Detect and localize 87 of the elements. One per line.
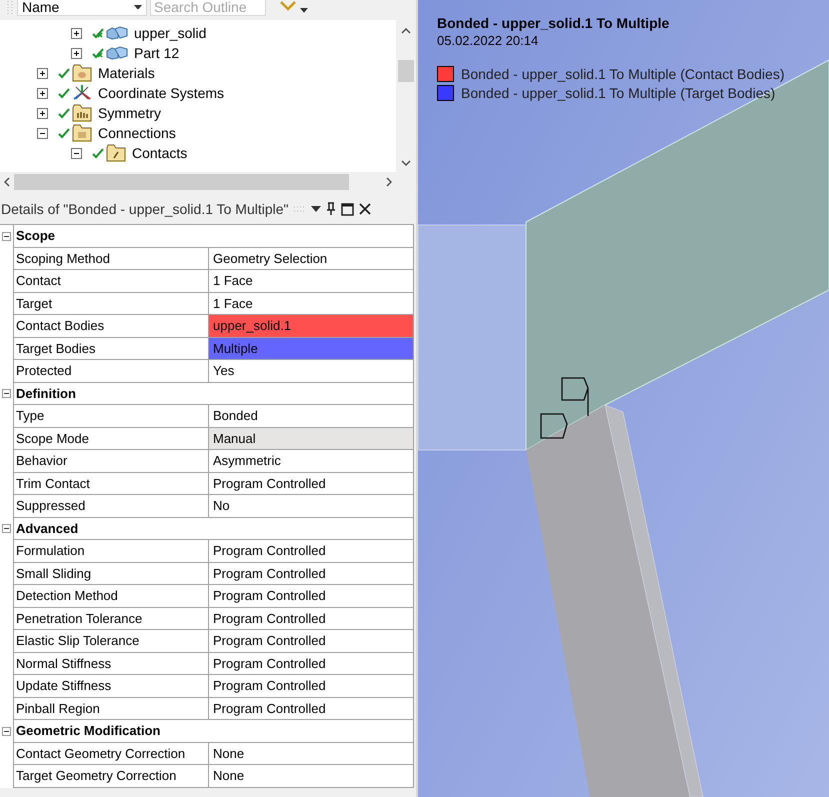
dropdown-caret-icon [300, 8, 308, 13]
property-value[interactable]: Program Controlled [208, 675, 414, 698]
collapse-icon[interactable] [2, 389, 11, 398]
collapse-icon[interactable] [2, 726, 11, 736]
property-name: Small Sliding [13, 562, 208, 585]
property-value[interactable]: Program Controlled [208, 698, 414, 720]
expander-toggle[interactable] [37, 108, 48, 118]
tree-item[interactable]: upper_solid [134, 25, 206, 41]
maximize-icon[interactable] [340, 202, 354, 216]
property-name: Elastic Slip Tolerance [13, 630, 208, 652]
property-name: Formulation [13, 540, 208, 562]
caret-icon [134, 4, 142, 10]
property-value[interactable]: Asymmetric [208, 450, 414, 472]
expander-toggle[interactable] [71, 28, 82, 38]
property-name: Target Bodies [13, 338, 208, 360]
property-value[interactable]: Program Controlled [208, 472, 414, 495]
materials-folder-icon [72, 64, 92, 82]
property-value[interactable]: No [208, 495, 414, 518]
property-name: Pinball Region [13, 698, 208, 720]
expander-toggle[interactable] [37, 68, 48, 78]
property-name: Trim Contact [13, 472, 208, 495]
tree-item[interactable]: Symmetry [98, 105, 161, 121]
collapse-icon[interactable] [2, 524, 11, 534]
property-value[interactable]: Manual [208, 428, 414, 450]
property-name: Penetration Tolerance [13, 608, 208, 630]
expander-toggle[interactable] [37, 128, 48, 138]
property-value[interactable]: Program Controlled [208, 630, 414, 652]
property-value[interactable]: Geometry Selection [208, 248, 414, 270]
tree-item[interactable]: Coordinate Systems [98, 85, 224, 101]
property-value[interactable]: upper_solid.1 [208, 315, 414, 338]
property-name: Target [13, 292, 208, 315]
expander-toggle[interactable] [71, 148, 82, 158]
property-name: Suppressed [13, 495, 208, 518]
property-value[interactable]: Bonded [208, 405, 414, 428]
search-field[interactable]: Search Outline [150, 0, 266, 16]
property-name: Scoping Method [13, 248, 208, 270]
property-value[interactable]: Program Controlled [208, 562, 414, 585]
scroll-up-icon[interactable] [401, 28, 411, 34]
tree-item[interactable]: Materials [98, 65, 155, 81]
close-icon[interactable] [358, 203, 371, 215]
property-name: Scope Mode [13, 428, 208, 450]
property-value[interactable]: Program Controlled [208, 652, 414, 675]
grip-icon [294, 205, 306, 213]
property-name: Contact Geometry Correction [13, 742, 208, 765]
result-title: Bonded - upper_solid.1 To Multiple [437, 15, 670, 31]
property-value[interactable]: Yes [208, 360, 414, 382]
property-name: Detection Method [13, 585, 208, 608]
connections-folder-icon [72, 124, 92, 142]
property-name: Protected [13, 360, 208, 382]
axes-icon [72, 84, 92, 102]
property-name: Type [13, 405, 208, 428]
expander-toggle[interactable] [37, 88, 48, 98]
legend-label: Bonded - upper_solid.1 To Multiple (Target Bodies) [461, 85, 776, 101]
legend-label: Bonded - upper_solid.1 To Multiple (Contact Bodies) [461, 66, 784, 82]
tree-item[interactable]: Part 12 [134, 45, 180, 61]
dropdown-caret-icon [310, 206, 321, 212]
symmetry-folder-icon [72, 104, 92, 122]
property-name: Update Stiffness [13, 675, 208, 698]
scrollbar-thumb[interactable] [398, 60, 414, 82]
tree-item[interactable]: Connections [98, 125, 176, 141]
expander-toggle[interactable] [71, 48, 82, 58]
property-value[interactable]: None [208, 765, 414, 788]
pin-icon[interactable] [326, 202, 336, 216]
column-select[interactable]: Name [17, 0, 147, 16]
property-value[interactable]: Program Controlled [208, 540, 414, 562]
property-value[interactable]: 1 Face [208, 292, 414, 315]
property-name: Contact [13, 270, 208, 292]
panel-title: Details of "Bonded - upper_solid.1 To Multiple" [1, 201, 289, 217]
property-name: Contact Bodies [13, 315, 208, 338]
grip-icon [6, 0, 14, 16]
property-name: Behavior [13, 450, 208, 472]
timestamp: 05.02.2022 20:14 [437, 33, 540, 48]
property-value[interactable]: 1 Face [208, 270, 414, 292]
cube-icon [106, 26, 128, 40]
property-value[interactable]: Program Controlled [208, 608, 414, 630]
scroll-down-icon[interactable] [401, 160, 411, 166]
property-name: Target Geometry Correction [13, 765, 208, 788]
property-value[interactable]: Multiple [208, 338, 414, 360]
property-value[interactable]: None [208, 742, 414, 765]
collapse-icon[interactable] [2, 232, 11, 241]
property-value[interactable]: Program Controlled [208, 585, 414, 608]
cube-icon [106, 46, 128, 60]
property-name: Normal Stiffness [13, 652, 208, 675]
scroll-right-icon[interactable] [386, 177, 392, 187]
scroll-left-icon[interactable] [4, 177, 10, 187]
contacts-folder-icon [106, 144, 126, 162]
tree-item[interactable]: Contacts [132, 145, 188, 161]
